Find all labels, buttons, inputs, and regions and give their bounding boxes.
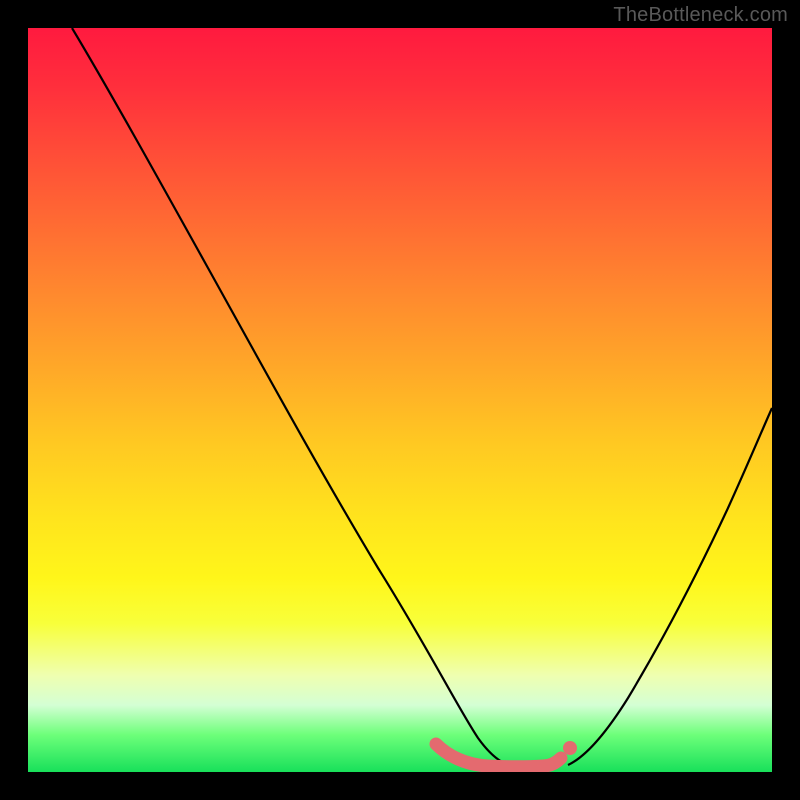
- marker-band: [436, 744, 561, 767]
- left-curve: [72, 28, 508, 765]
- curve-layer: [28, 28, 772, 772]
- chart-frame: TheBottleneck.com: [0, 0, 800, 800]
- marker-dot: [563, 741, 577, 755]
- right-curve: [568, 408, 772, 765]
- plot-area: [28, 28, 772, 772]
- watermark-text: TheBottleneck.com: [613, 4, 788, 27]
